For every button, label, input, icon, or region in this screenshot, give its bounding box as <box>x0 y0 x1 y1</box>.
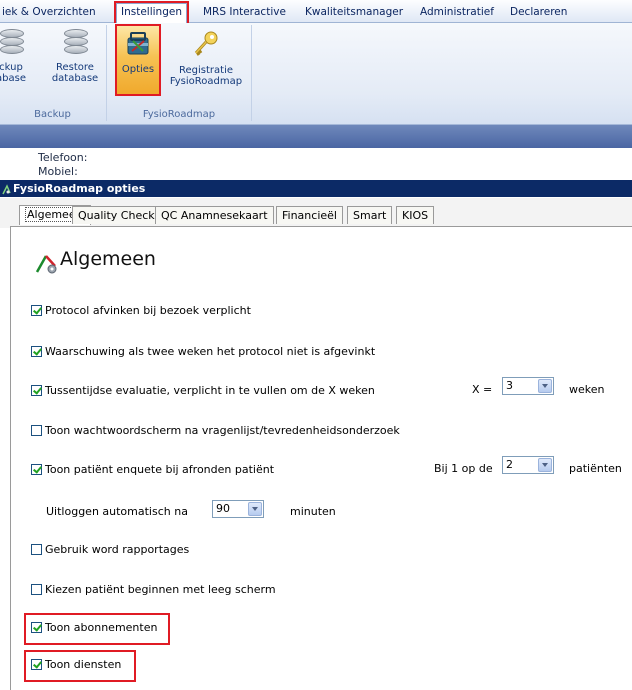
tussentijds-checkbox[interactable] <box>31 385 42 396</box>
registratie-label-1: Registratie <box>179 65 233 76</box>
mobiel-label: Mobiel: <box>38 165 78 178</box>
tab-quality-check-label: Quality Check <box>78 209 155 222</box>
chevron-down-icon[interactable] <box>538 458 552 472</box>
tab-quality-check[interactable]: Quality Check <box>72 206 161 224</box>
opties-label: Opties <box>121 64 155 75</box>
tab-financieel-label: Financieël <box>282 209 337 222</box>
abonnementen-label: Toon abonnementen <box>45 621 158 634</box>
settings-icon <box>35 252 59 277</box>
leeg-checkbox[interactable] <box>31 584 42 595</box>
word-label: Gebruik word rapportages <box>45 543 190 556</box>
tab-administratief[interactable]: Administratief <box>420 4 494 20</box>
tab-smart[interactable]: Smart <box>347 206 393 224</box>
minuten-label: minuten <box>290 505 336 518</box>
enquete-frequency-value: 2 <box>506 458 513 471</box>
uitloggen-minutes-select[interactable]: 90 <box>212 500 264 518</box>
tab-kwaliteitsmanager[interactable]: Kwaliteitsmanager <box>305 4 403 20</box>
group-separator <box>251 25 252 121</box>
group-label-backup: Backup <box>34 109 71 120</box>
dialog-title-bar: FysioRoadmap opties <box>0 180 632 197</box>
tab-qc-anamnesekaart[interactable]: QC Anamnesekaart <box>155 206 274 224</box>
options-tab-strip: Algemeen Quality Check QC Anamnesekaart … <box>0 198 632 228</box>
tussentijds-label: Tussentijdse evaluatie, verplicht in te … <box>45 384 375 397</box>
diensten-checkbox[interactable] <box>31 659 42 670</box>
database-icon <box>0 29 24 59</box>
restore-database-button[interactable]: Restore database <box>50 29 100 84</box>
option-protocol[interactable]: Protocol afvinken bij bezoek verplicht <box>31 303 251 319</box>
section-heading: Algemeen <box>60 248 156 270</box>
dialog-title: FysioRoadmap opties <box>13 182 146 195</box>
option-abonnementen[interactable]: Toon abonnementen <box>31 620 157 636</box>
tab-kios[interactable]: KIOS <box>396 206 435 224</box>
backup-label-2: abase <box>0 73 26 84</box>
ribbon-tab-bar: iek & Overzichten Instellingen MRS Inter… <box>0 0 632 25</box>
option-diensten[interactable]: Toon diensten <box>31 657 121 673</box>
restore-label-2: database <box>51 73 99 84</box>
bij-1-op-de-label: Bij 1 op de <box>434 462 493 475</box>
enquete-frequency-select[interactable]: 2 <box>502 456 554 474</box>
registratie-label-2: FysioRoadmap <box>169 76 243 87</box>
waarschuwing-label: Waarschuwing als twee weken het protocol… <box>45 345 376 358</box>
diensten-label: Toon diensten <box>45 658 122 671</box>
group-separator <box>106 25 107 121</box>
database-icon <box>64 29 88 59</box>
tab-qc-anamnesekaart-label: QC Anamnesekaart <box>161 209 268 222</box>
tab-declareren[interactable]: Declareren <box>510 4 567 20</box>
tab-smart-label: Smart <box>353 209 387 222</box>
tab-overzichten[interactable]: iek & Overzichten <box>2 4 96 20</box>
enquete-checkbox[interactable] <box>31 464 42 475</box>
x-weeks-value: 3 <box>506 379 513 392</box>
wachtwoord-label: Toon wachtwoordscherm na vragenlijst/tev… <box>45 424 400 437</box>
x-equals-label: X = <box>472 383 493 396</box>
registratie-fysioroadmap-button[interactable]: Registratie FysioRoadmap <box>168 29 244 87</box>
tab-instellingen[interactable]: Instellingen <box>114 1 189 25</box>
abonnementen-checkbox[interactable] <box>31 622 42 633</box>
option-wachtwoord[interactable]: Toon wachtwoordscherm na vragenlijst/tev… <box>31 423 400 439</box>
weken-label: weken <box>569 383 605 396</box>
enquete-label: Toon patiënt enquete bij afronden patiën… <box>45 463 275 476</box>
telefoon-label: Telefoon: <box>38 151 88 164</box>
word-checkbox[interactable] <box>31 544 42 555</box>
option-enquete[interactable]: Toon patiënt enquete bij afronden patiën… <box>31 462 274 478</box>
option-leeg-scherm[interactable]: Kiezen patiënt beginnen met leeg scherm <box>31 582 276 598</box>
tab-kios-label: KIOS <box>402 209 429 222</box>
leeg-label: Kiezen patiënt beginnen met leeg scherm <box>45 583 276 596</box>
tab-mrs-interactive[interactable]: MRS Interactive <box>203 4 286 20</box>
header-band <box>0 125 632 148</box>
toolbox-icon <box>117 30 159 59</box>
backup-label-1: ckup <box>0 62 23 73</box>
chevron-down-icon[interactable] <box>538 379 552 393</box>
group-label-fysioroadmap: FysioRoadmap <box>142 109 216 120</box>
ribbon-panel: ckup abase Restore database Backup Optie… <box>0 23 632 125</box>
waarschuwing-checkbox[interactable] <box>31 346 42 357</box>
protocol-checkbox[interactable] <box>31 305 42 316</box>
wachtwoord-checkbox[interactable] <box>31 425 42 436</box>
uitloggen-minutes-value: 90 <box>216 502 230 515</box>
option-word-rapportages[interactable]: Gebruik word rapportages <box>31 542 189 558</box>
option-tussentijds[interactable]: Tussentijdse evaluatie, verplicht in te … <box>31 383 375 399</box>
restore-label-1: Restore <box>56 62 94 73</box>
opties-button[interactable]: Opties <box>115 24 161 96</box>
tab-financieel[interactable]: Financieël <box>276 206 343 224</box>
patienten-label: patiënten <box>569 462 622 475</box>
chevron-down-icon[interactable] <box>248 502 262 516</box>
backup-database-button[interactable]: ckup abase <box>0 29 28 84</box>
x-weeks-select[interactable]: 3 <box>502 377 554 395</box>
uitloggen-label: Uitloggen automatisch na <box>46 505 188 518</box>
option-waarschuwing[interactable]: Waarschuwing als twee weken het protocol… <box>31 344 375 360</box>
key-icon <box>168 29 244 62</box>
protocol-label: Protocol afvinken bij bezoek verplicht <box>45 304 251 317</box>
